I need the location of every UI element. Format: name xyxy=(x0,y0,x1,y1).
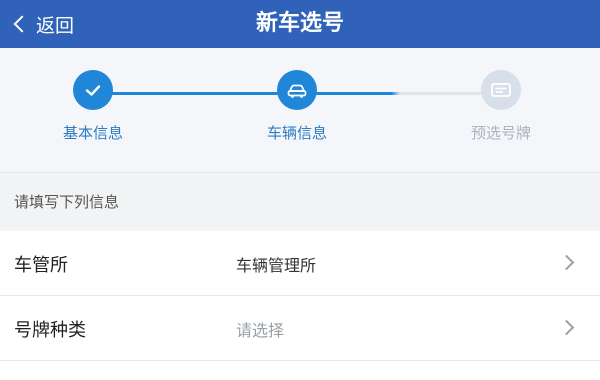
next-row-partial[interactable] xyxy=(0,361,600,380)
step-basic-info: 基本信息 xyxy=(28,70,158,143)
check-icon xyxy=(85,85,101,96)
step-circle-1 xyxy=(73,70,113,110)
step-label-2: 车辆信息 xyxy=(266,124,327,142)
car-icon xyxy=(287,84,307,98)
step-plate-selection: 预选号牌 xyxy=(436,70,566,143)
vehicle-office-row[interactable]: 车管所 车辆管理所 xyxy=(0,231,600,295)
plate-type-value: 请选择 xyxy=(236,321,285,340)
vehicle-office-label: 车管所 xyxy=(14,255,68,276)
chevron-right-icon xyxy=(558,254,575,271)
chevron-right-icon xyxy=(558,319,575,336)
page-title: 新车选号 xyxy=(255,11,344,36)
top-navbar: 返回 新车选号 xyxy=(0,0,600,48)
chevron-left-icon xyxy=(13,15,31,33)
step-label-3: 预选号牌 xyxy=(470,124,531,142)
step-progress: 基本信息 车辆信息 预选号牌 xyxy=(0,48,600,170)
step-circle-2 xyxy=(277,70,317,110)
plate-type-label: 号牌种类 xyxy=(14,320,86,341)
form-hint-bar: 请填写下列信息 xyxy=(0,172,600,230)
vehicle-office-value: 车辆管理所 xyxy=(236,256,317,275)
step-vehicle-info: 车辆信息 xyxy=(232,70,362,143)
plate-icon xyxy=(491,83,511,97)
back-button[interactable]: 返回 xyxy=(12,0,74,48)
step-circle-3 xyxy=(481,70,521,110)
step-label-1: 基本信息 xyxy=(62,124,123,142)
back-label: 返回 xyxy=(36,14,75,37)
form-hint-text: 请填写下列信息 xyxy=(14,193,120,211)
plate-type-row[interactable]: 号牌种类 请选择 xyxy=(0,296,600,360)
